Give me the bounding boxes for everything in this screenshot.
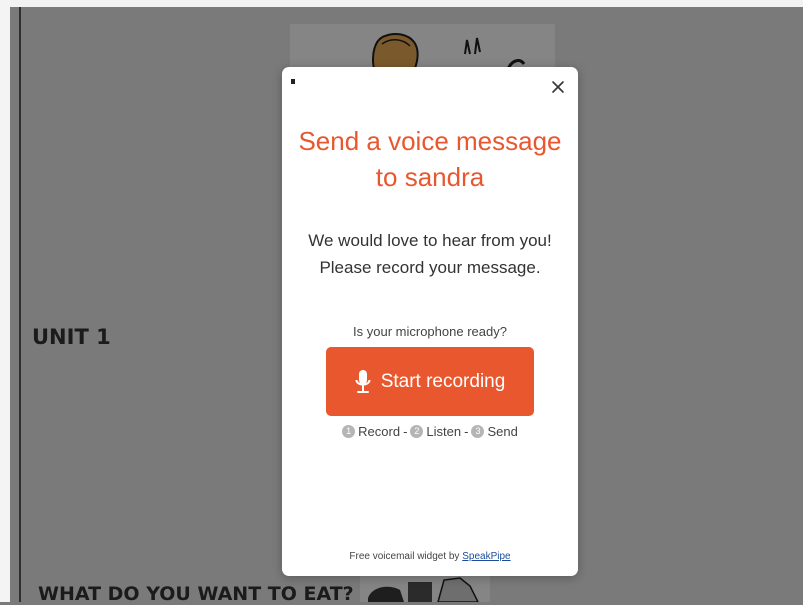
step-label: Record [358, 424, 401, 439]
close-icon [552, 81, 564, 93]
modal-title-line2: to sandra [375, 162, 485, 192]
left-border-rule [19, 7, 21, 602]
step-separator: - [464, 424, 469, 439]
start-recording-button[interactable]: Start recording [326, 347, 534, 416]
left-margin [0, 0, 10, 602]
cartoon-illustration-bottom [360, 576, 490, 602]
microphone-icon [355, 369, 371, 393]
step-label: Send [487, 424, 518, 439]
modal-title-line1: Send a voice message [298, 126, 562, 156]
voice-message-modal: Send a voice message to sandra We would … [282, 67, 578, 576]
microphone-question: Is your microphone ready? [353, 324, 507, 339]
step-number: 2 [410, 425, 424, 438]
step-label: Listen [426, 424, 462, 439]
step-separator: - [403, 424, 408, 439]
step-number: 3 [471, 425, 485, 438]
modal-title: Send a voice message to sandra [282, 123, 578, 195]
corner-marker [291, 79, 295, 84]
footer-text: Free voicemail widget by [349, 551, 460, 562]
unit-heading: UNIT 1 [32, 325, 111, 349]
modal-subtitle: We would love to hear from you! Please r… [282, 227, 578, 281]
recording-steps: 1 Record - 2 Listen - 3 Send [282, 424, 578, 439]
speakpipe-link[interactable]: SpeakPipe [462, 551, 510, 562]
top-edge [0, 0, 803, 7]
step-number: 1 [342, 425, 356, 438]
widget-footer: Free voicemail widget by SpeakPipe [282, 551, 578, 562]
subtitle-line2: Please record your message. [319, 258, 541, 277]
subtitle-line1: We would love to hear from you! [308, 231, 552, 250]
start-recording-label: Start recording [380, 370, 506, 392]
close-button[interactable] [548, 77, 568, 97]
